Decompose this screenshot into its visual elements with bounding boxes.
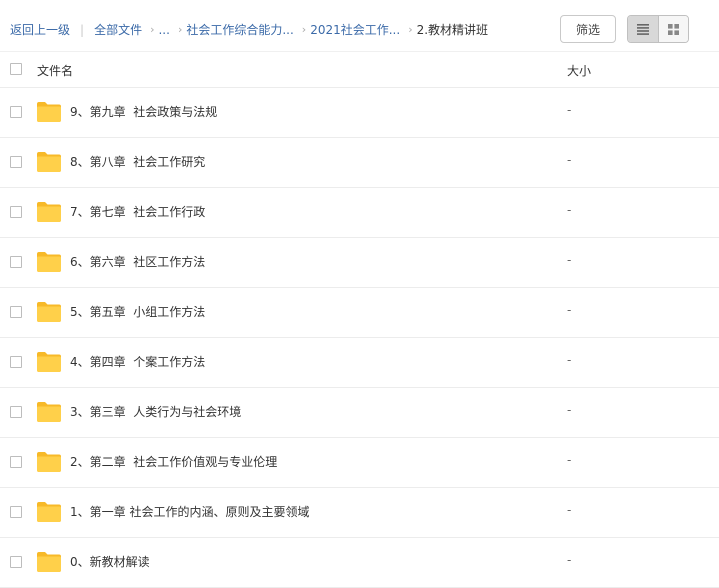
file-name[interactable]: 0、新教材解读 (70, 554, 150, 570)
column-header-size[interactable]: 大小 (567, 62, 591, 79)
table-row[interactable]: 0、新教材解读 - (0, 538, 719, 588)
file-list: 9、第九章 社会政策与法规 - 8、第八章 社会工作研究 - 7、第七章 社会工作行政 -… (0, 88, 719, 588)
table-row[interactable]: 5、第五章 小组工作方法 - (0, 288, 719, 338)
table-row[interactable]: 6、第六章 社区工作方法 - (0, 238, 719, 288)
row-checkbox[interactable] (10, 406, 22, 418)
table-row[interactable]: 7、第七章 社会工作行政 - (0, 188, 719, 238)
row-checkbox[interactable] (10, 356, 22, 368)
grid-view-icon (667, 23, 679, 35)
folder-icon (37, 302, 61, 322)
table-row[interactable]: 4、第四章 个案工作方法 - (0, 338, 719, 388)
row-checkbox[interactable] (10, 456, 22, 468)
file-name[interactable]: 9、第九章 社会政策与法规 (70, 104, 217, 120)
file-size: - (567, 403, 572, 417)
chevron-right-icon: › (301, 23, 307, 36)
select-all-checkbox[interactable] (10, 63, 22, 75)
file-size: - (567, 353, 572, 367)
breadcrumb-level2-link[interactable]: 2021社会工作... (310, 22, 400, 38)
table-row[interactable]: 9、第九章 社会政策与法规 - (0, 88, 719, 138)
file-size: - (567, 503, 572, 517)
file-size: - (567, 103, 572, 117)
file-name[interactable]: 5、第五章 小组工作方法 (70, 304, 205, 320)
file-name[interactable]: 3、第三章 人类行为与社会环境 (70, 404, 241, 420)
folder-icon (37, 102, 61, 122)
breadcrumb-current: 2.教材精讲班 (416, 23, 489, 37)
toolbar: 返回上一级 | 全部文件 › ... › 社会工作综合能力... › 2021社… (0, 0, 719, 52)
chevron-right-icon: › (150, 23, 155, 36)
file-size: - (567, 153, 572, 167)
list-view-icon (636, 23, 649, 35)
row-checkbox[interactable] (10, 506, 22, 518)
folder-icon (37, 402, 61, 422)
folder-icon (37, 152, 61, 172)
file-size: - (567, 303, 572, 317)
row-checkbox[interactable] (10, 556, 22, 568)
file-name[interactable]: 1、第一章 社会工作的内涵、原则及主要领域 (70, 504, 309, 520)
back-link[interactable]: 返回上一级 (10, 22, 70, 38)
folder-icon (37, 502, 61, 522)
file-size: - (567, 203, 572, 217)
breadcrumb-ellipsis[interactable]: ... (158, 22, 169, 38)
breadcrumb-level1-link[interactable]: 社会工作综合能力... (186, 22, 293, 38)
table-row[interactable]: 8、第八章 社会工作研究 - (0, 138, 719, 188)
row-checkbox[interactable] (10, 306, 22, 318)
row-checkbox[interactable] (10, 106, 22, 118)
folder-icon (37, 352, 61, 372)
table-header: 文件名 大小 (0, 52, 719, 88)
list-view-button[interactable] (628, 16, 659, 42)
file-name[interactable]: 8、第八章 社会工作研究 (70, 154, 205, 170)
file-name[interactable]: 6、第六章 社区工作方法 (70, 254, 205, 270)
breadcrumb-divider: | (80, 23, 85, 37)
folder-icon (37, 452, 61, 472)
file-name[interactable]: 7、第七章 社会工作行政 (70, 204, 205, 220)
chevron-right-icon: › (408, 23, 413, 36)
row-checkbox[interactable] (10, 156, 22, 168)
breadcrumb: 返回上一级 | 全部文件 › ... › 社会工作综合能力... › 2021社… (10, 22, 488, 38)
table-row[interactable]: 2、第二章 社会工作价值观与专业伦理 - (0, 438, 719, 488)
row-checkbox[interactable] (10, 256, 22, 268)
row-checkbox[interactable] (10, 206, 22, 218)
file-size: - (567, 553, 572, 567)
view-toggle (627, 15, 689, 43)
all-files-link[interactable]: 全部文件 (94, 22, 142, 38)
table-row[interactable]: 3、第三章 人类行为与社会环境 - (0, 388, 719, 438)
grid-view-button[interactable] (658, 16, 688, 42)
file-size: - (567, 453, 572, 467)
chevron-right-icon: › (177, 23, 183, 36)
folder-icon (37, 252, 61, 272)
column-header-name[interactable]: 文件名 (37, 62, 73, 79)
file-name[interactable]: 2、第二章 社会工作价值观与专业伦理 (70, 454, 277, 470)
file-name[interactable]: 4、第四章 个案工作方法 (70, 354, 205, 370)
folder-icon (37, 202, 61, 222)
file-size: - (567, 253, 572, 267)
folder-icon (37, 552, 61, 572)
table-row[interactable]: 1、第一章 社会工作的内涵、原则及主要领域 - (0, 488, 719, 538)
filter-button[interactable]: 筛选 (560, 15, 616, 43)
